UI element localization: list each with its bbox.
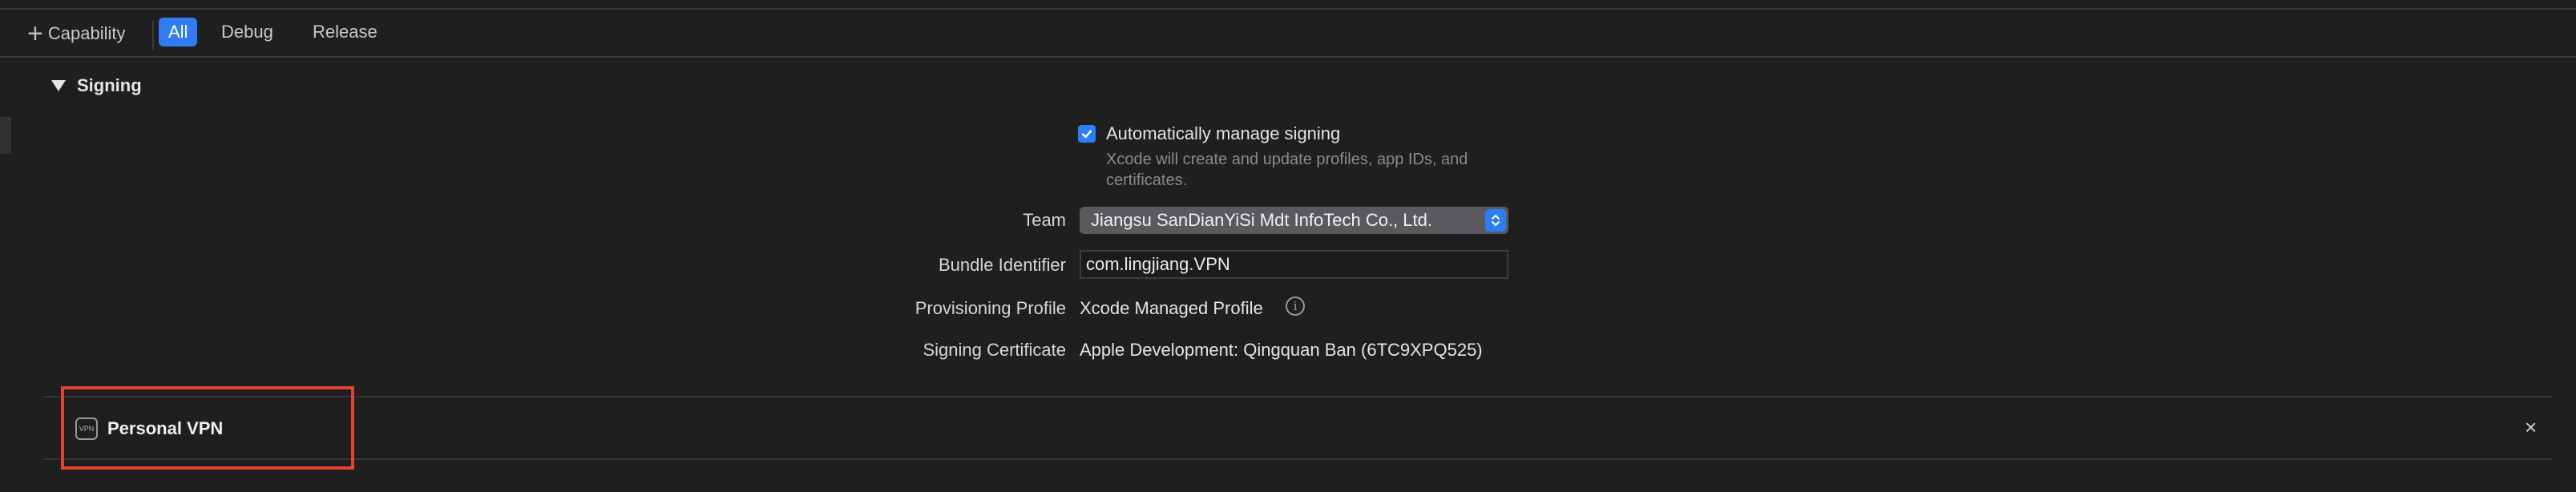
close-icon[interactable]: ×: [2525, 417, 2537, 438]
team-value: Jiangsu SanDianYiSi Mdt InfoTech Co., Lt…: [1091, 210, 1432, 230]
capability-bottom-divider: [43, 458, 2552, 460]
left-gutter: [0, 117, 11, 154]
toolbar-divider: [0, 56, 2576, 58]
toolbar-separator: [152, 21, 154, 50]
signing-certificate-value: Apple Development: Qingquan Ban (6TC9XPQ…: [1080, 340, 1483, 360]
auto-manage-signing-label: Automatically manage signing: [1106, 123, 1341, 143]
section-title: Signing: [77, 75, 142, 95]
auto-manage-signing-checkbox[interactable]: [1078, 125, 1096, 143]
add-capability-button[interactable]: + Capability: [27, 19, 125, 48]
team-popup[interactable]: Jiangsu SanDianYiSi Mdt InfoTech Co., Lt…: [1080, 207, 1508, 234]
highlight-box: [61, 386, 354, 470]
team-label: Team: [1023, 210, 1066, 230]
signing-section-header[interactable]: Signing: [51, 75, 142, 96]
popup-stepper-icon: [1485, 209, 1506, 232]
bundle-identifier-field[interactable]: com.lingjiang.VPN: [1080, 250, 1508, 279]
checkmark-icon: [1081, 130, 1092, 139]
plus-icon: +: [27, 18, 43, 49]
tab-debug[interactable]: Debug: [212, 18, 283, 46]
signing-certificate-label: Signing Certificate: [923, 340, 1066, 360]
info-icon[interactable]: i: [1286, 296, 1305, 316]
capabilities-toolbar: + Capability All Debug Release: [0, 10, 2576, 56]
bundle-identifier-label: Bundle Identifier: [939, 255, 1066, 275]
auto-manage-help-text: Xcode will create and update profiles, a…: [1106, 151, 1468, 189]
provisioning-profile-value: Xcode Managed Profile: [1080, 298, 1263, 318]
provisioning-profile-label: Provisioning Profile: [915, 298, 1066, 318]
tab-release[interactable]: Release: [303, 18, 387, 46]
capability-top-divider: [43, 396, 2552, 397]
add-capability-label: Capability: [47, 23, 126, 43]
signing-capabilities-pane: + Capability All Debug Release Signing A…: [0, 0, 2576, 492]
disclosure-triangle-icon: [51, 80, 66, 91]
tab-all[interactable]: All: [159, 18, 198, 46]
